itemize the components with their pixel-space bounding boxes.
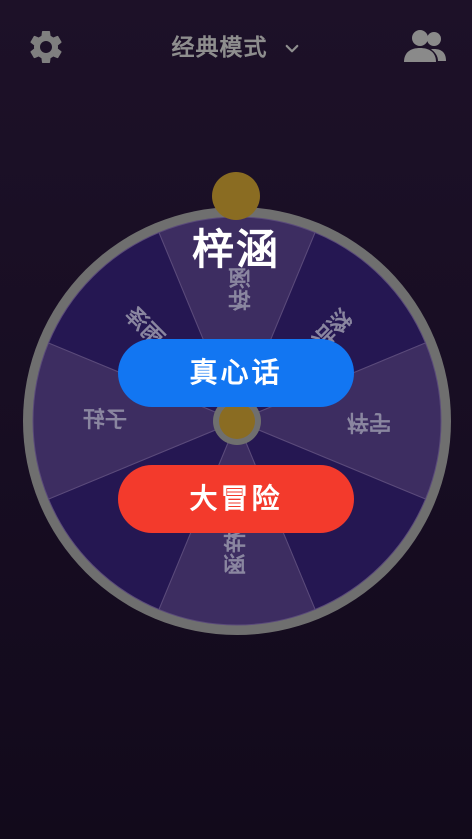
wheel-segment-label: 梓涵: [223, 531, 249, 575]
mode-label: 经典模式: [171, 35, 268, 61]
users-icon[interactable]: [402, 28, 448, 64]
wheel-segment-label: 子轩: [83, 407, 127, 433]
wheel-pointer: [212, 172, 260, 220]
top-bar: 经典模式: [0, 0, 472, 92]
truth-button[interactable]: 真心话: [118, 339, 354, 407]
wheel-segment-label: 梓宇: [347, 409, 391, 435]
hub-center: [219, 403, 255, 439]
selected-player-name: 梓涵: [191, 225, 280, 274]
chevron-down-icon: [285, 44, 298, 52]
dare-button[interactable]: 大冒险: [118, 465, 354, 533]
